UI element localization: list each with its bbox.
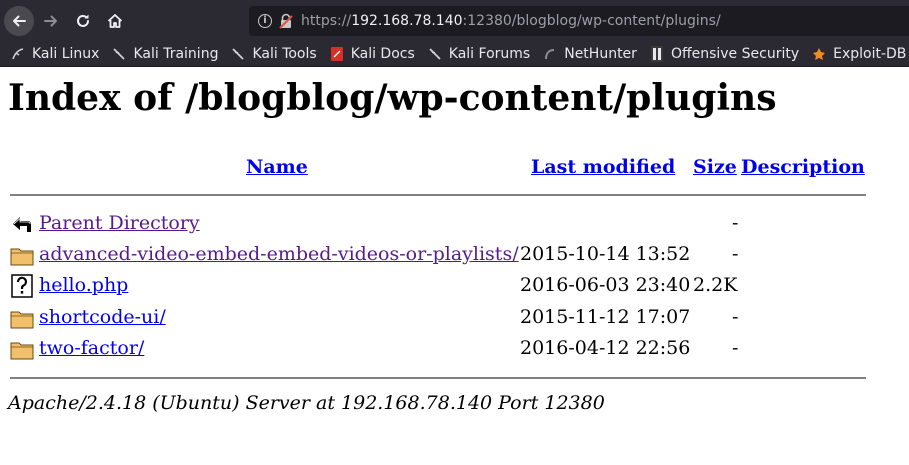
entry-link[interactable]: hello.php (39, 274, 128, 296)
kali-docs-icon (329, 46, 345, 62)
entry-size: - (732, 337, 739, 359)
bookmark-label: NetHunter (564, 46, 637, 62)
folder-icon (10, 248, 34, 266)
footer-divider (10, 377, 866, 379)
url-host: 192.168.78.140 (351, 13, 463, 29)
bookmark-label: Offensive Security (670, 46, 800, 62)
column-header-size[interactable]: Size (693, 156, 737, 178)
header-divider (10, 194, 866, 196)
nethunter-icon (542, 46, 558, 62)
page-title: Index of /blogblog/wp-content/plugins (8, 77, 777, 119)
back-button[interactable] (4, 6, 34, 36)
site-info-icon[interactable]: i (258, 14, 272, 28)
entry-date: 2016-04-12 22:56 (520, 337, 691, 359)
offsec-icon (649, 46, 665, 62)
bookmark-kali-docs[interactable]: Kali Docs (329, 46, 415, 62)
folder-icon (10, 342, 34, 360)
bookmark-nethunter[interactable]: NetHunter (542, 46, 637, 62)
parent-directory-icon (13, 217, 31, 232)
entry-size: - (732, 306, 739, 328)
table-row: Parent Directory - (0, 212, 909, 238)
url-text[interactable]: https://192.168.78.140:12380/blogblog/wp… (301, 13, 721, 29)
column-header-description[interactable]: Description (741, 156, 865, 178)
bookmark-label: Kali Docs (350, 46, 415, 62)
reload-button[interactable] (68, 6, 98, 36)
entry-size: 2.2K (693, 274, 738, 296)
bookmark-label: Exploit-DB (833, 46, 907, 62)
url-path: :12380/blogblog/wp-content/plugins/ (462, 13, 721, 29)
table-row: two-factor/ 2016-04-12 22:56 - (0, 337, 909, 363)
forward-arrow-icon (44, 15, 57, 27)
bookmark-label: Kali Forums (448, 46, 531, 62)
entry-link[interactable]: shortcode-ui/ (39, 306, 166, 328)
table-row: shortcode-ui/ 2015-11-12 17:07 - (0, 306, 909, 332)
bookmark-label: Kali Tools (252, 46, 317, 62)
column-header-last-modified[interactable]: Last modified (531, 156, 675, 178)
entry-date: 2015-10-14 13:52 (520, 243, 691, 265)
forward-button[interactable] (36, 6, 66, 36)
bookmark-kali-training[interactable]: Kali Training (111, 46, 218, 62)
table-row: hello.php 2016-06-03 23:40 2.2K (0, 274, 909, 300)
bookmark-offensive-security[interactable]: Offensive Security (649, 46, 799, 62)
exploitdb-icon (811, 46, 827, 62)
folder-icon (10, 311, 34, 329)
entry-link[interactable]: Parent Directory (39, 212, 200, 234)
directory-listing-page: Index of /blogblog/wp-content/plugins Na… (0, 67, 909, 465)
home-icon (107, 14, 123, 28)
entry-link[interactable]: advanced-video-embed-embed-videos-or-pla… (39, 243, 519, 265)
bookmark-exploit-db[interactable]: Exploit-DB (811, 46, 906, 62)
entry-size: - (732, 212, 739, 234)
table-row: advanced-video-embed-embed-videos-or-pla… (0, 243, 909, 269)
bookmark-label: Kali Training (133, 46, 219, 62)
reload-icon (77, 14, 89, 27)
url-scheme: https:// (301, 13, 352, 29)
url-bar[interactable]: i https://192.168.78.140:12380/blogblog/… (249, 6, 909, 36)
kali-dragon-icon (111, 46, 127, 62)
home-button[interactable] (100, 6, 130, 36)
bookmark-kali-linux[interactable]: Kali Linux (10, 46, 99, 62)
server-signature: Apache/2.4.18 (Ubuntu) Server at 192.168… (8, 392, 605, 414)
browser-toolbar: i https://192.168.78.140:12380/blogblog/… (0, 0, 909, 42)
back-arrow-icon (13, 15, 26, 27)
kali-dragon-icon (230, 46, 246, 62)
insecure-lock-icon[interactable] (279, 13, 293, 29)
bookmark-label: Kali Linux (32, 46, 100, 62)
unknown-file-icon (11, 274, 33, 298)
bookmark-kali-tools[interactable]: Kali Tools (230, 46, 317, 62)
entry-size: - (732, 243, 739, 265)
column-header-name[interactable]: Name (246, 156, 308, 178)
kali-dragon-icon (10, 46, 26, 62)
bookmarks-toolbar: Kali Linux Kali Training Kali Tools Kali… (0, 42, 909, 67)
bookmark-kali-forums[interactable]: Kali Forums (427, 46, 530, 62)
entry-date: 2015-11-12 17:07 (520, 306, 691, 328)
entry-date: 2016-06-03 23:40 (520, 274, 691, 296)
kali-dragon-icon (427, 46, 443, 62)
entry-link[interactable]: two-factor/ (39, 337, 144, 359)
